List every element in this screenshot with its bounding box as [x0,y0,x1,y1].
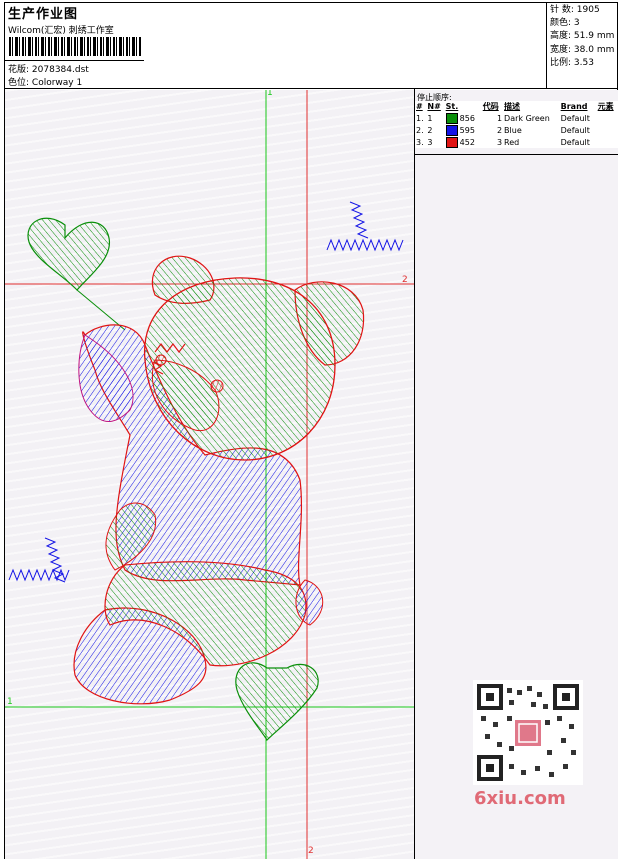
color-count: 3 [573,18,580,29]
width-value: 38.0 mm [573,44,615,55]
row-index: 3. [416,137,424,147]
guide-label-h-right: 2 [402,275,408,285]
stop-row: 1. 1 856 1 Dark Green Default [415,112,618,124]
stitch-count-row: 针 数: 1905 [550,4,614,17]
color-count-row: 颜色: 3 [550,17,614,30]
stitch-count-value: 595 [459,125,475,135]
balloon-string-top [76,289,126,331]
stitch-count-value: 856 [459,113,475,123]
col-description: 描述 [504,102,521,111]
bear-nose-tip [155,354,167,366]
row-description: Red [504,137,520,147]
col-brand: Brand [560,102,588,111]
ratio-label: 比例: [550,57,572,68]
design-file: 2078384.dst [31,65,89,75]
balloon-heart-bottom [235,662,319,741]
color-swatch [445,124,458,136]
height-label: 高度: [550,31,572,42]
row-code: 2 [496,125,503,135]
col-needle: N# [427,102,441,111]
ratio-value: 3.53 [573,57,594,68]
meta-divider [4,60,144,61]
page-title: 生产作业图 [8,7,79,22]
color-swatch [445,112,458,124]
design-stats: 针 数: 1905 颜色: 3 高度: 51.9 mm 宽度: 38.0 mm … [550,4,614,70]
row-stitches: 856 [445,112,482,124]
qr-code [473,680,583,785]
colorway-row: 色位: Colorway 1 [8,75,82,88]
colorway-label: 色位: [8,78,30,88]
col-code: 代码 [482,102,499,111]
bear-eye [210,379,224,393]
row-needle: 2 [427,125,433,135]
ratio-row: 比例: 3.53 [550,57,614,70]
stop-sequence-divider [415,154,618,155]
color-swatch [445,136,458,148]
stop-sequence-table: # N# St. 代码 描述 Brand 元素 1. 1 856 1 Dark Gree… [415,101,618,148]
design-label: 花版: [8,65,30,75]
stop-row: 3. 3 452 3 Red Default [415,136,618,148]
height-row: 高度: 51.9 mm [550,30,614,43]
col-stitches: St. [445,102,459,111]
stitch-count-value: 452 [459,137,475,147]
stop-row: 2. 2 595 2 Blue Default [415,124,618,136]
width-row: 宽度: 38.0 mm [550,44,614,57]
sparkle-top-right-horizontal [326,238,404,252]
sparkle-top-right [349,201,369,239]
guide-label-h-left: 1 [7,697,13,707]
row-description: Blue [504,125,522,135]
barcode [9,37,141,56]
header-divider [4,88,618,89]
company-name: Wilcom(汇宏) 刺绣工作室 [8,26,114,36]
width-label: 宽度: [550,44,572,55]
col-element: 元素 [597,102,614,111]
qr-code-graphic [477,684,579,781]
row-brand: Default [560,125,590,135]
height-value: 51.9 mm [573,31,615,42]
row-element [597,112,618,124]
row-element [597,124,618,136]
colorway-value: Colorway 1 [31,78,83,88]
row-code: 1 [496,113,503,123]
design-file-row: 花版: 2078384.dst [8,62,89,75]
row-stitches: 452 [445,136,482,148]
stop-sequence-header-row: # N# St. 代码 描述 Brand 元素 [415,101,618,112]
color-count-label: 颜色: [550,18,572,29]
guide-label-v-top: 1 [267,90,273,98]
row-needle: 3 [427,137,433,147]
row-brand: Default [560,113,590,123]
stitch-count-label: 针 数: [550,5,574,15]
row-description: Dark Green [504,113,550,123]
balloon-heart-top [27,217,110,291]
design-preview: 1 2 1 2 [5,90,414,859]
row-stitches: 595 [445,124,482,136]
stitch-count: 1905 [576,5,600,15]
row-brand: Default [560,137,590,147]
row-element [597,136,618,148]
row-needle: 1 [427,113,433,123]
row-code: 3 [496,137,503,147]
col-index: # [416,102,423,111]
embroidery-drawing [5,90,414,859]
stats-divider [546,2,547,88]
watermark-logo: 6xiu.com [474,788,566,809]
guide-label-v-bottom: 2 [308,846,314,856]
row-index: 1. [416,113,424,123]
row-index: 2. [416,125,424,135]
